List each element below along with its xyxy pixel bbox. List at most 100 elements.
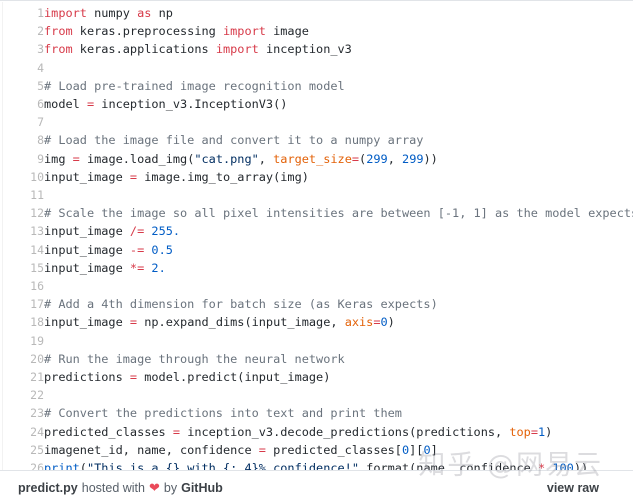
line-number: 22 bbox=[30, 388, 44, 403]
code-line: 20 # Run the image through the neural net… bbox=[0, 350, 633, 368]
code-token: 255. bbox=[151, 224, 181, 239]
line-content[interactable]: predicted_classes = inception_v3.decode_… bbox=[44, 423, 633, 441]
code-token: "cat.png" bbox=[194, 151, 259, 166]
code-line: 13 input_image /= 255. bbox=[0, 222, 633, 240]
code-line: 22 bbox=[0, 386, 633, 404]
code-line: 21 predictions = model.predict(input_imag… bbox=[0, 368, 633, 386]
code-token: 0 bbox=[423, 442, 431, 457]
line-content[interactable] bbox=[44, 277, 633, 295]
code-token: image.load_img( bbox=[79, 151, 195, 166]
code-token: from bbox=[44, 42, 73, 57]
line-content[interactable]: # Load pre-trained image recognition mod… bbox=[44, 77, 633, 95]
line-content[interactable]: model = inception_v3.InceptionV3() bbox=[44, 95, 633, 113]
line-number: 6 bbox=[37, 97, 44, 112]
line-content[interactable]: from keras.applications import inception… bbox=[44, 40, 633, 58]
code-token: inception_v3 bbox=[258, 42, 352, 57]
code-token: input_image bbox=[44, 315, 130, 330]
line-number: 13 bbox=[30, 224, 44, 239]
code-token: np.expand_dims(input_image, bbox=[137, 315, 345, 330]
line-number: 20 bbox=[30, 351, 44, 366]
code-token: keras.preprocessing bbox=[72, 24, 223, 39]
line-content[interactable]: input_image /= 255. bbox=[44, 222, 633, 240]
line-number: 8 bbox=[37, 133, 44, 148]
line-content[interactable] bbox=[44, 386, 633, 404]
code-token: = bbox=[530, 424, 538, 439]
code-token: numpy bbox=[86, 6, 138, 20]
line-number: 1 bbox=[37, 6, 44, 20]
code-line: 23 # Convert the predictions into text an… bbox=[0, 404, 633, 422]
line-content[interactable]: input_image = image.img_to_array(img) bbox=[44, 168, 633, 186]
code-token: # Convert the predictions into text and … bbox=[44, 406, 402, 421]
code-token: # Load pre-trained image recognition mod… bbox=[44, 78, 345, 93]
footer-by-label: by bbox=[163, 480, 178, 495]
code-line: 24 predicted_classes = inception_v3.decod… bbox=[0, 423, 633, 441]
line-number: 7 bbox=[37, 115, 44, 130]
line-number: 21 bbox=[30, 370, 44, 385]
code-line: 4 bbox=[0, 59, 633, 77]
code-token: axis bbox=[344, 315, 374, 330]
code-token: np bbox=[151, 6, 173, 20]
code-table: 1 import numpy as np 2 from keras.preproces… bbox=[0, 4, 633, 471]
code-token: imagenet_id, name, confidence bbox=[44, 442, 259, 457]
code-token: ][ bbox=[409, 442, 424, 457]
code-token: import bbox=[222, 24, 266, 39]
line-content[interactable]: img = image.load_img("cat.png", target_s… bbox=[44, 150, 633, 168]
code-line: 2 from keras.preprocessing import image bbox=[0, 22, 633, 40]
code-token: = bbox=[129, 370, 138, 385]
code-line: 25 imagenet_id, name, confidence = predic… bbox=[0, 441, 633, 459]
code-token: input_image bbox=[44, 242, 130, 257]
code-token: ] bbox=[430, 442, 438, 457]
code-token: model bbox=[44, 97, 87, 112]
line-content[interactable]: import numpy as np bbox=[44, 4, 633, 22]
line-content[interactable]: predictions = model.predict(input_image) bbox=[44, 368, 633, 386]
line-content[interactable]: input_image *= 2. bbox=[44, 259, 633, 277]
code-line: 17 # Add a 4th dimension for batch size (… bbox=[0, 295, 633, 313]
footer-filename[interactable]: predict.py bbox=[18, 481, 78, 495]
code-token: # Run the image through the neural netwo… bbox=[44, 351, 345, 366]
line-number: 24 bbox=[30, 424, 44, 439]
code-token: 0 bbox=[380, 315, 388, 330]
code-token: image bbox=[265, 24, 309, 39]
line-content[interactable]: imagenet_id, name, confidence = predicte… bbox=[44, 441, 633, 459]
gist-footer: predict.py hosted with ❤ by GitHub view … bbox=[0, 470, 633, 504]
code-line: 11 bbox=[0, 186, 633, 204]
code-token: = bbox=[72, 151, 80, 166]
code-line: 12 # Scale the image so all pixel intensi… bbox=[0, 204, 633, 222]
line-number: 2 bbox=[37, 24, 44, 39]
line-content[interactable]: # Add a 4th dimension for batch size (as… bbox=[44, 295, 633, 313]
line-number: 17 bbox=[30, 297, 44, 312]
code-rows: 1 import numpy as np 2 from keras.preproces… bbox=[0, 4, 633, 471]
line-content[interactable]: from keras.preprocessing import image bbox=[44, 22, 633, 40]
code-token: = bbox=[351, 151, 360, 166]
code-token: ) bbox=[387, 315, 395, 330]
code-token: predictions bbox=[44, 370, 130, 385]
footer-host-link[interactable]: GitHub bbox=[181, 481, 223, 495]
code-token: inception_v3.decode_predictions(predicti… bbox=[180, 424, 510, 439]
line-content[interactable]: # Run the image through the neural netwo… bbox=[44, 350, 633, 368]
line-number: 12 bbox=[30, 206, 44, 221]
code-block[interactable]: 1 import numpy as np 2 from keras.preproces… bbox=[0, 2, 633, 471]
gist-code-embed: 1 import numpy as np 2 from keras.preproces… bbox=[0, 0, 633, 504]
footer-attribution: predict.py hosted with ❤ by GitHub bbox=[18, 481, 223, 495]
line-content[interactable]: # Load the image file and convert it to … bbox=[44, 131, 633, 149]
heart-icon: ❤ bbox=[148, 480, 160, 495]
code-token: , bbox=[258, 151, 274, 166]
line-content[interactable]: # Convert the predictions into text and … bbox=[44, 404, 633, 422]
code-line: 19 bbox=[0, 332, 633, 350]
code-token: , bbox=[387, 151, 403, 166]
code-token: 299 bbox=[402, 151, 424, 166]
view-raw-link[interactable]: view raw bbox=[547, 481, 621, 495]
line-content[interactable] bbox=[44, 186, 633, 204]
line-content[interactable] bbox=[44, 59, 633, 77]
line-content[interactable]: input_image = np.expand_dims(input_image… bbox=[44, 313, 633, 331]
line-content[interactable] bbox=[44, 332, 633, 350]
line-number: 19 bbox=[30, 333, 44, 348]
line-content[interactable] bbox=[44, 113, 633, 131]
line-content[interactable]: input_image -= 0.5 bbox=[44, 241, 633, 259]
code-line: 6 model = inception_v3.InceptionV3() bbox=[0, 95, 633, 113]
code-token: import bbox=[44, 6, 87, 20]
code-line: 15 input_image *= 2. bbox=[0, 259, 633, 277]
line-content[interactable]: # Scale the image so all pixel intensiti… bbox=[44, 204, 633, 222]
code-token: 0.5 bbox=[151, 242, 173, 257]
code-token: ) bbox=[545, 424, 553, 439]
